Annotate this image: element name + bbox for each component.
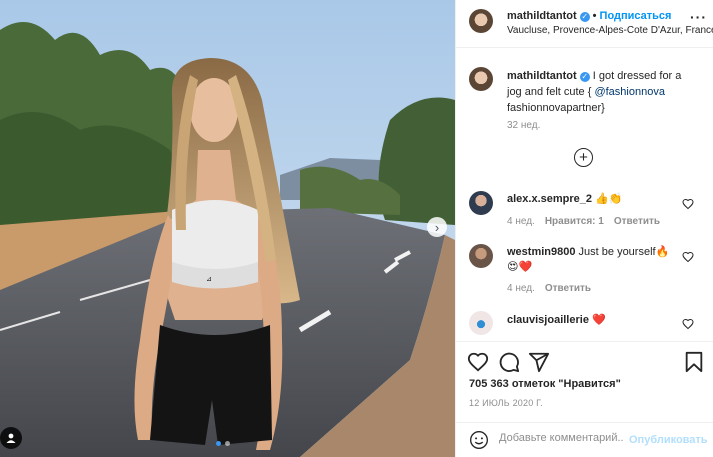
plus-circle-icon: + — [579, 149, 588, 166]
user-tag-icon — [6, 433, 16, 443]
post-side-panel: mathildtantot ✓ • Подписаться Vaucluse, Pro… — [455, 0, 713, 457]
post-header: mathildtantot ✓ • Подписаться Vaucluse, Pro… — [456, 0, 713, 48]
verified-badge-icon: ✓ — [579, 72, 590, 82]
author-avatar[interactable] — [469, 9, 493, 33]
follow-button[interactable]: Подписаться — [600, 10, 672, 22]
likes-count[interactable]: 705 363 отметок "Нравится" — [469, 378, 621, 390]
comment-item: clauvisjoaillerie ❤️ — [507, 313, 677, 328]
emoji-icon[interactable] — [469, 430, 489, 450]
comment-reply-button[interactable]: Ответить — [614, 216, 660, 227]
comment-meta: 4 нед. Нравится: 1 Ответить — [507, 216, 670, 227]
comment-username[interactable]: clauvisjoaillerie — [507, 314, 589, 326]
comment-icon[interactable] — [498, 351, 520, 373]
post-photo[interactable]: ⊿ › — [0, 0, 455, 457]
caption-author-avatar[interactable] — [469, 67, 493, 91]
comment-likes-count[interactable]: Нравится: 1 — [545, 216, 604, 227]
next-slide-button[interactable]: › — [427, 217, 447, 237]
comment-username[interactable]: westmin9800 — [507, 246, 575, 258]
post-date[interactable]: 12 ИЮЛЬ 2020 Г. — [469, 398, 543, 408]
post-actions: 705 363 отметок "Нравится" 12 ИЮЛЬ 2020 … — [456, 341, 713, 457]
bookmark-icon[interactable] — [683, 351, 705, 373]
comment-form: Опубликовать — [456, 422, 713, 457]
comment-meta: 4 нед. Ответить — [507, 283, 601, 294]
carousel-dot — [225, 441, 230, 446]
load-more-comments-button[interactable]: + — [574, 148, 593, 167]
caption-text-after: fashionnovapartner} — [507, 102, 605, 114]
heart-icon[interactable] — [682, 198, 694, 210]
caption-username[interactable]: mathildtantot — [507, 70, 577, 82]
verified-badge-icon: ✓ — [579, 12, 590, 22]
heart-icon[interactable] — [682, 318, 694, 330]
comment-item: alex.x.sempre_2 👍👏 — [507, 192, 677, 207]
comment-username[interactable]: alex.x.sempre_2 — [507, 193, 592, 205]
comment-avatar[interactable] — [469, 311, 493, 335]
post-caption: mathildtantot ✓ I got dressed for a jog a… — [507, 68, 697, 116]
caption-timestamp: 32 нед. — [507, 120, 541, 131]
author-line: mathildtantot ✓ • Подписаться — [507, 10, 671, 22]
caption-mention-link[interactable]: @fashionnova — [594, 86, 665, 98]
comment-avatar[interactable] — [469, 244, 493, 268]
heart-icon[interactable] — [682, 251, 694, 263]
carousel-dot-active — [216, 441, 221, 446]
comment-time: 4 нед. — [507, 283, 535, 294]
carousel-dots — [216, 441, 230, 446]
post-location[interactable]: Vaucluse, Provence-Alpes-Cote D'Azur, Fr… — [507, 25, 713, 36]
author-username[interactable]: mathildtantot — [507, 10, 577, 22]
comment-item: westmin9800 Just be yourself🔥😍❤️ — [507, 245, 677, 275]
comment-input[interactable] — [499, 432, 624, 444]
more-options-icon[interactable]: ··· — [690, 9, 707, 25]
comment-text: 👍👏 — [595, 193, 623, 205]
photo-scene: ⊿ — [0, 0, 455, 457]
svg-text:⊿: ⊿ — [206, 275, 212, 283]
comment-reply-button[interactable]: Ответить — [545, 283, 591, 294]
comment-avatar[interactable] — [469, 191, 493, 215]
comment-time: 4 нед. — [507, 216, 535, 227]
heart-icon[interactable] — [467, 351, 489, 373]
publish-comment-button[interactable]: Опубликовать — [629, 434, 708, 446]
share-icon[interactable] — [528, 351, 550, 373]
separator: • — [592, 10, 597, 22]
user-tag-button[interactable] — [0, 427, 22, 449]
chevron-right-icon: › — [434, 219, 440, 235]
comment-text: ❤️ — [592, 314, 606, 326]
